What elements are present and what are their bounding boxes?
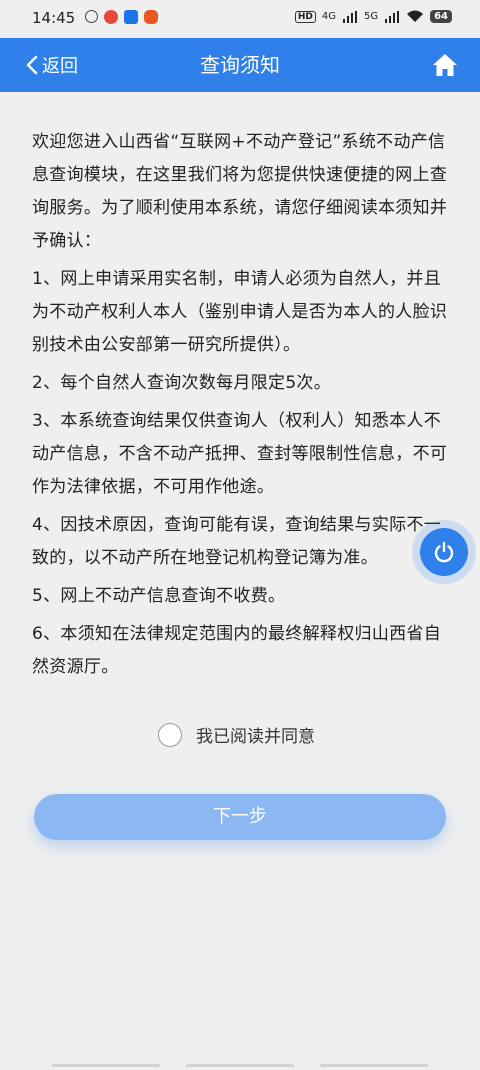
gesture-bar-segment xyxy=(52,1064,160,1067)
signal-icon xyxy=(342,10,357,23)
gesture-bar xyxy=(52,1064,428,1068)
agreement-label: 我已阅读并同意 xyxy=(196,727,315,747)
status-time: 14:45 xyxy=(32,9,76,27)
agreement-checkbox[interactable]: 我已阅读并同意 xyxy=(158,722,315,747)
floating-power-inner xyxy=(420,528,468,576)
hd-icon: HD xyxy=(294,10,316,23)
notice-item-5: 5、网上不动产信息查询不收费。 xyxy=(32,586,286,606)
next-step-button[interactable]: 下一步 xyxy=(34,794,446,840)
notice-content: 欢迎您进入山西省“互联网+不动产登记”系统不动产信息查询模块，在这里我们将为您提… xyxy=(32,126,452,689)
weibo-icon xyxy=(104,10,118,24)
status-right: HD 4G 5G 64 xyxy=(294,10,452,23)
gesture-bar-segment xyxy=(320,1064,428,1067)
gesture-bar-segment xyxy=(186,1064,294,1067)
notice-item-4: 4、因技术原因，查询可能有误，查询结果与实际不一致的，以不动产所在地登记机构登记… xyxy=(32,515,442,568)
notification-k-icon xyxy=(85,10,98,23)
agreement-radio[interactable] xyxy=(158,722,182,747)
notice-item-6: 6、本须知在法律规定范围内的最终解释权归山西省自然资源厅。 xyxy=(32,624,442,677)
navigation-bar: 返回 查询须知 xyxy=(0,38,480,92)
floating-power-button[interactable] xyxy=(412,520,476,584)
notice-item-3: 3、本系统查询结果仅供查询人（权利人）知悉本人不动产信息，不含不动产抵押、查封等… xyxy=(32,411,448,497)
notice-item-1: 1、网上申请采用实名制，申请人必须为自然人，并且为不动产权利人本人（鉴别申请人是… xyxy=(32,269,448,355)
home-icon[interactable] xyxy=(432,53,458,77)
chevron-left-icon xyxy=(26,55,38,75)
notice-intro: 欢迎您进入山西省“互联网+不动产登记”系统不动产信息查询模块，在这里我们将为您提… xyxy=(32,132,448,251)
notification-icons xyxy=(85,10,158,24)
network-5g-label: 5G xyxy=(363,11,379,22)
back-button[interactable]: 返回 xyxy=(26,38,78,92)
back-label: 返回 xyxy=(42,56,78,77)
network-4g-label: 4G xyxy=(321,11,336,22)
status-bar: 14:45 HD 4G 5G 64 xyxy=(0,0,480,38)
taobao-icon xyxy=(144,10,158,24)
wifi-icon xyxy=(407,10,424,22)
alipay-icon xyxy=(124,10,138,24)
signal-5g-icon xyxy=(385,10,400,23)
battery-icon: 64 xyxy=(430,10,452,23)
power-icon xyxy=(434,541,454,563)
notice-item-2: 2、每个自然人查询次数每月限定5次。 xyxy=(32,373,332,393)
